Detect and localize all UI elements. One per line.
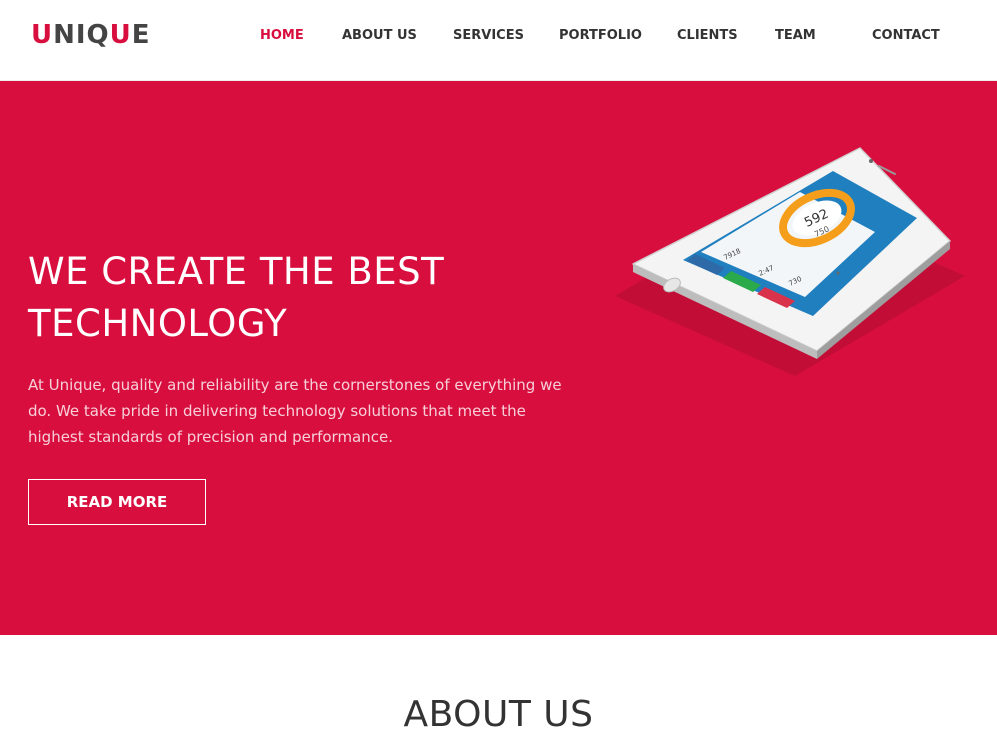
hero-title-line2: TECHNOLOGY	[28, 302, 288, 345]
logo-letter-e: E	[131, 20, 151, 50]
navbar: UNIQUE HOME ABOUT US SERVICES PORTFOLIO …	[0, 0, 997, 81]
read-more-button[interactable]: READ MORE	[28, 479, 206, 525]
phone-image: 592 750 7918 2:47 730	[605, 136, 975, 376]
nav-team[interactable]: TEAM	[775, 28, 816, 44]
about-us-heading: ABOUT US	[403, 694, 594, 735]
hero-section: WE CREATE THE BEST TECHNOLOGY At Unique,…	[0, 81, 997, 635]
nav-services[interactable]: SERVICES	[453, 28, 524, 44]
nav-contact[interactable]: CONTACT	[872, 28, 940, 44]
logo[interactable]: UNIQUE	[31, 20, 151, 50]
hero-title: WE CREATE THE BEST TECHNOLOGY	[28, 246, 588, 350]
phone-illustration: 592 750 7918 2:47 730	[615, 147, 965, 376]
nav-home[interactable]: HOME	[260, 28, 304, 44]
logo-letter-u2: U	[109, 20, 132, 50]
nav-clients[interactable]: CLIENTS	[677, 28, 738, 44]
logo-letters: NIQ	[53, 20, 110, 50]
nav-portfolio[interactable]: PORTFOLIO	[559, 28, 642, 44]
nav-about-us[interactable]: ABOUT US	[342, 28, 417, 44]
hero-description: At Unique, quality and reliability are t…	[28, 376, 562, 446]
hero-title-line1: WE CREATE THE BEST	[28, 250, 445, 293]
logo-letter-u: U	[31, 20, 54, 50]
